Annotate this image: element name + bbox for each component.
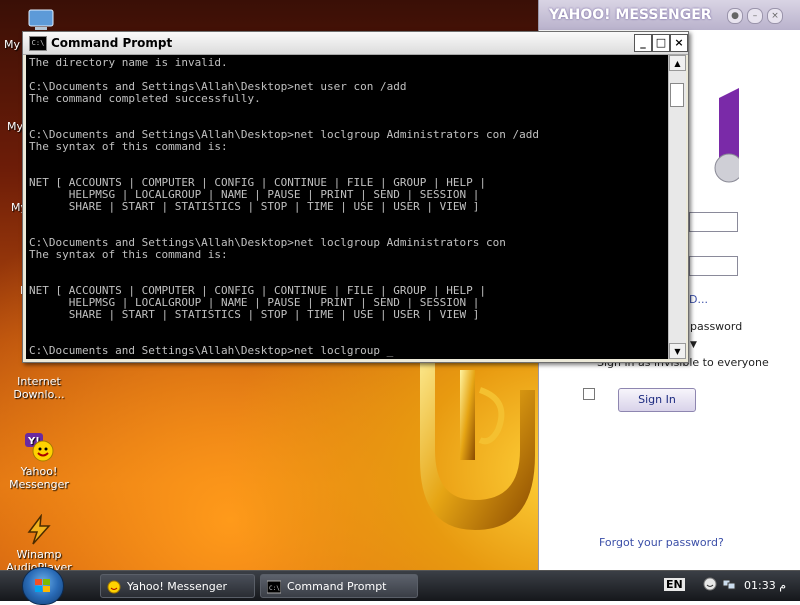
desktop-icon-label: Internet Downlo... [13, 375, 65, 401]
vertical-scrollbar[interactable]: ▲ ▼ [668, 55, 686, 359]
desktop-icon-winamp[interactable]: Winamp AudioPlayer [4, 488, 74, 574]
yahoo-smiley-icon [107, 580, 121, 594]
desktop-icon-yahoo-messenger[interactable]: Y! Yahoo! Messenger [4, 405, 74, 491]
taskbar-yahoo-messenger[interactable]: Yahoo! Messenger [100, 574, 255, 598]
cmd-window-icon[interactable]: C:\ [29, 36, 47, 51]
task-label: Yahoo! Messenger [127, 580, 228, 593]
scroll-up-button[interactable]: ▲ [669, 55, 686, 71]
cmd-title: Command Prompt [51, 36, 173, 50]
taskbar-command-prompt[interactable]: C:\ Command Prompt [260, 574, 418, 598]
ym-menu-icon[interactable]: ● [727, 8, 743, 24]
desktop-icon-label[interactable]: My [4, 38, 20, 51]
winamp-bolt-icon [23, 501, 55, 545]
calligraphy-artwork [420, 330, 535, 530]
taskbar: Yahoo! Messenger C:\ Command Prompt EN 0… [0, 567, 800, 605]
maximize-button[interactable]: □ [652, 34, 670, 52]
close-button[interactable]: × [670, 34, 688, 52]
forgot-password-link[interactable]: Forgot your password? [599, 536, 724, 549]
cmd-titlebar[interactable]: C:\ Command Prompt _ □ × [23, 32, 688, 55]
network-tray-icon[interactable] [722, 577, 736, 594]
cmd-icon: C:\ [267, 580, 281, 594]
ym-get-id-link[interactable]: D... [689, 293, 708, 306]
scroll-thumb[interactable] [670, 83, 684, 107]
ym-minimize-button[interactable]: – [747, 8, 763, 24]
yahoo-smiley-icon: Y! [23, 418, 55, 462]
remember-password-label: password [690, 320, 743, 333]
start-button[interactable] [22, 567, 64, 605]
ym-close-button[interactable]: × [767, 8, 783, 24]
desktop-icon-label[interactable]: My [7, 120, 23, 133]
invisible-checkbox[interactable] [583, 388, 595, 400]
ym-titlebar[interactable]: YAHOO! MESSENGER ● – × [539, 0, 800, 30]
console-output[interactable]: The directory name is invalid. C:\Docume… [26, 55, 668, 359]
desktop-icon-internet-download[interactable]: Internet Downlo... [4, 362, 74, 401]
yahoo-tray-icon[interactable] [703, 577, 717, 594]
minimize-button[interactable]: _ [634, 34, 652, 52]
ym-title: YAHOO! MESSENGER [549, 7, 712, 23]
windows-logo-icon [35, 579, 50, 592]
scroll-down-button[interactable]: ▼ [669, 343, 686, 359]
sign-in-button[interactable]: Sign In [618, 388, 696, 412]
task-label: Command Prompt [287, 580, 387, 593]
yahoo-id-field[interactable] [689, 212, 738, 232]
password-field[interactable] [689, 256, 738, 276]
language-indicator[interactable]: EN [664, 578, 685, 591]
ym-dropdown-arrow-icon[interactable]: ▼ [690, 340, 697, 350]
clock[interactable]: 01:33 م [744, 579, 786, 592]
svg-text:C:\: C:\ [269, 585, 280, 592]
console-text: The directory name is invalid. C:\Docume… [29, 56, 539, 357]
command-prompt-window[interactable]: C:\ Command Prompt _ □ × The directory n… [22, 31, 689, 363]
